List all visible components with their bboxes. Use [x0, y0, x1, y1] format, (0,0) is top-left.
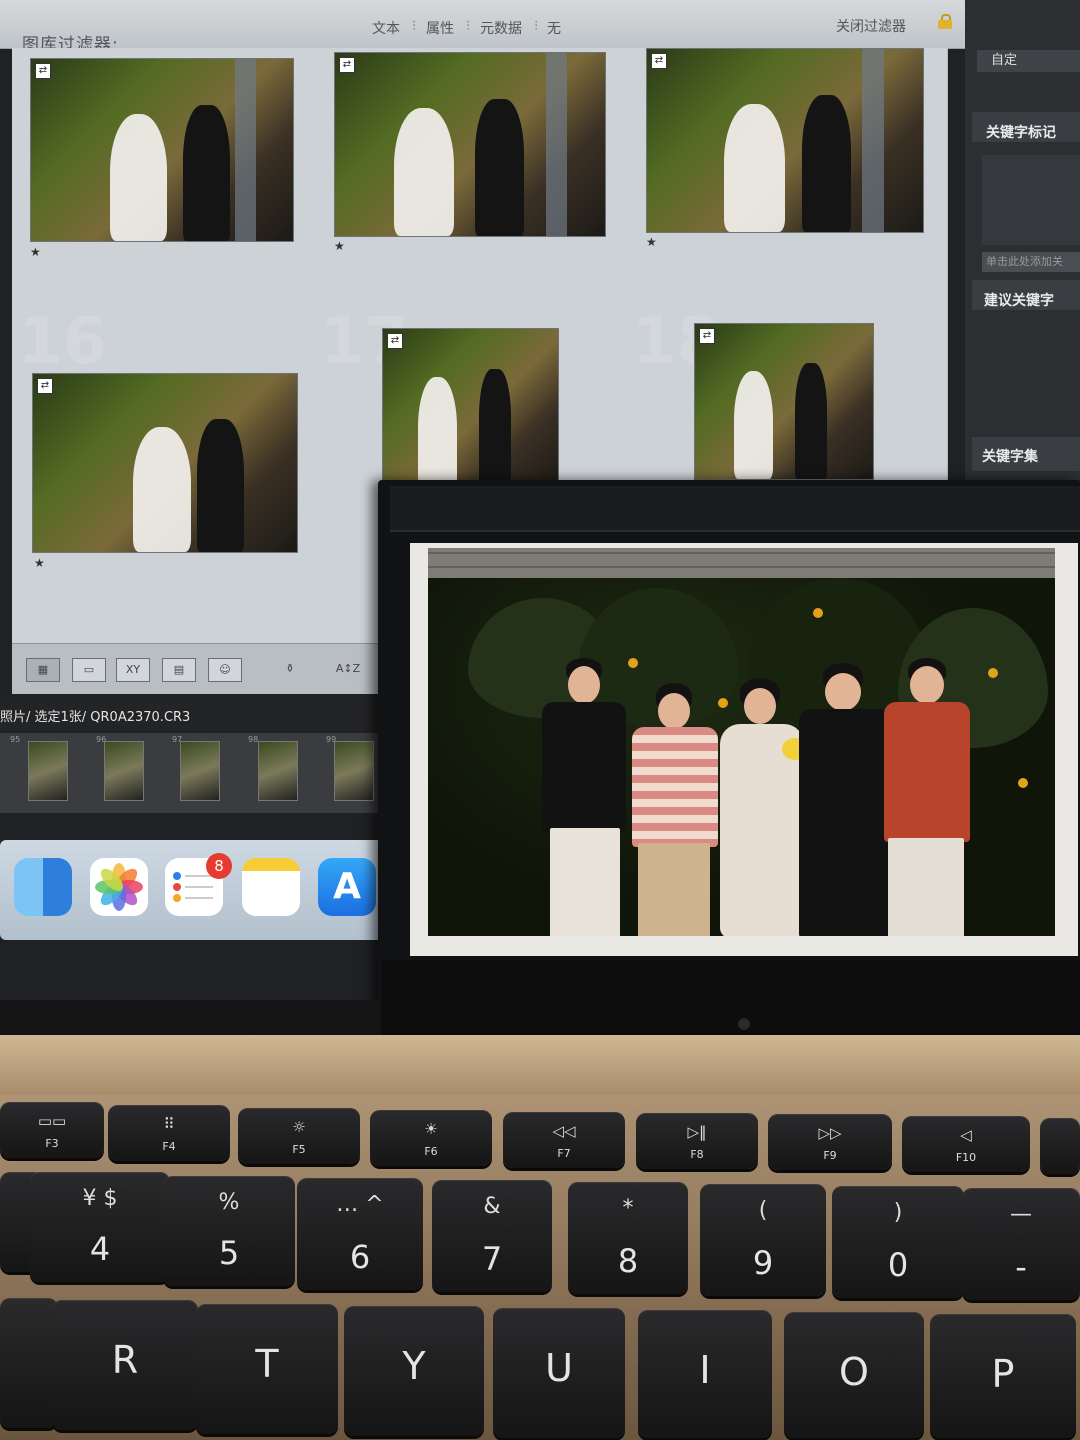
keyword-set-label: 关键字集 [982, 449, 1038, 465]
filmstrip-thumbnail[interactable] [180, 741, 220, 801]
edit-badge-icon: ⇄ [37, 378, 53, 394]
grid-cell[interactable]: ⇄ ★ [314, 48, 627, 304]
photo-thumbnail[interactable]: ⇄ [382, 328, 559, 490]
filter-tab-metadata[interactable]: 元数据 [480, 18, 522, 38]
lock-icon[interactable] [938, 14, 952, 29]
laptop-hinge [0, 1000, 380, 1040]
photos-icon[interactable] [90, 858, 148, 916]
person-striped-shirt [628, 683, 718, 936]
grid-cell[interactable]: ⇄ ★ [626, 48, 948, 304]
edit-badge-icon: ⇄ [651, 53, 667, 69]
key-f11[interactable] [1040, 1118, 1080, 1174]
filter-tab-text[interactable]: 文本 [372, 18, 400, 38]
key-f7[interactable]: ◁◁ F7 [503, 1112, 625, 1168]
grid-cell[interactable]: 16 ⇄ ★ [12, 303, 315, 644]
painter-icon[interactable]: ⚱ [274, 658, 306, 680]
compare-view-icon[interactable]: XY [116, 658, 150, 682]
person-red-sweater [876, 658, 976, 936]
people-view-icon[interactable]: ☺ [208, 658, 242, 682]
keyword-tags-box[interactable] [982, 155, 1080, 245]
rating-star[interactable]: ★ [30, 245, 41, 259]
cell-number: 16 [18, 305, 108, 379]
survey-view-icon[interactable]: ▤ [162, 658, 196, 682]
photo-thumbnail[interactable]: ⇄ [334, 52, 606, 237]
close-filter-dropdown[interactable]: 关闭过滤器 [836, 16, 906, 36]
photo-thumbnail[interactable]: ⇄ [30, 58, 294, 242]
loupe-view-icon[interactable]: ▭ [72, 658, 106, 682]
sort-icon[interactable]: A↕Z [324, 658, 372, 680]
rating-star[interactable]: ★ [646, 235, 657, 249]
grid-view-icon[interactable]: ▦ [26, 658, 60, 682]
key-f6[interactable]: ☀ F6 [370, 1110, 492, 1166]
reminders-badge: 8 [206, 853, 232, 879]
key-o[interactable]: O [784, 1312, 924, 1438]
key-f5[interactable]: ☼ F5 [238, 1108, 360, 1164]
filter-separator: ⁝ [466, 18, 471, 34]
key-6[interactable]: … ^ 6 [297, 1178, 423, 1290]
key-t[interactable]: T [196, 1304, 338, 1434]
key-f10[interactable]: ◁ F10 [902, 1116, 1030, 1172]
add-keyword-input[interactable]: 单击此处添加关 [982, 252, 1080, 272]
photo-thumbnail[interactable]: ⇄ [32, 373, 298, 553]
key-e[interactable] [0, 1298, 58, 1428]
edit-badge-icon: ⇄ [35, 63, 51, 79]
edit-badge-icon: ⇄ [699, 328, 715, 344]
key-f4[interactable]: ⠿ F4 [108, 1105, 230, 1161]
finder-icon[interactable] [14, 858, 72, 916]
frame-button[interactable] [738, 1018, 750, 1030]
laptop-deck-edge [0, 1035, 1080, 1095]
key-f9[interactable]: ▷▷ F9 [768, 1114, 892, 1170]
key-r[interactable]: R [52, 1300, 198, 1430]
key-0[interactable]: ) 0 [832, 1186, 964, 1298]
filter-tab-none[interactable]: 无 [547, 18, 561, 38]
filmstrip-number: 98 [248, 735, 259, 744]
filmstrip-number: 95 [10, 735, 21, 744]
key-8[interactable]: * 8 [568, 1182, 688, 1294]
rating-star[interactable]: ★ [334, 239, 345, 253]
grid-toolbar: ▦ ▭ XY ▤ ☺ ⚱ A↕Z [12, 643, 387, 694]
suggested-keywords-label: 建议关键字 [984, 293, 1054, 309]
photo-thumbnail[interactable]: ⇄ [694, 323, 874, 480]
keyword-tags-label: 关键字标记 [986, 125, 1056, 141]
rating-star[interactable]: ★ [34, 556, 45, 570]
key-u[interactable]: U [493, 1308, 625, 1438]
key-p[interactable]: P [930, 1314, 1076, 1438]
filter-separator: ⁝ [412, 18, 417, 34]
app-store-icon[interactable]: A [318, 858, 376, 916]
dock: A [0, 840, 385, 940]
key-i[interactable]: I [638, 1310, 772, 1438]
person-black-shirt [536, 658, 626, 936]
filter-tab-attribute[interactable]: 属性 [426, 18, 454, 38]
key-f8[interactable]: ▷‖ F8 [636, 1113, 758, 1169]
filter-separator: ⁝ [534, 18, 539, 34]
filmstrip-thumbnail[interactable] [334, 741, 374, 801]
preset-dropdown[interactable]: 自定 [977, 50, 1080, 72]
edit-badge-icon: ⇄ [339, 57, 355, 73]
notes-icon[interactable] [242, 858, 300, 916]
key-7[interactable]: & 7 [432, 1180, 552, 1292]
frame-top-lip [390, 486, 1080, 532]
filmstrip-thumbnail[interactable] [104, 741, 144, 801]
key-f3[interactable]: ▭▭ F3 [0, 1102, 104, 1158]
key-5[interactable]: % 5 [163, 1176, 295, 1286]
grid-cell[interactable]: ⇄ ★ [12, 48, 315, 304]
key-4[interactable]: ¥ $4 [30, 1172, 170, 1282]
key-9[interactable]: (9 [700, 1184, 826, 1296]
photo-thumbnail[interactable]: ⇄ [646, 48, 924, 233]
filmstrip: 95 96 97 98 99 [0, 733, 387, 813]
filmstrip-thumbnail[interactable] [258, 741, 298, 801]
key-minus[interactable]: — - [962, 1188, 1080, 1300]
filmstrip-thumbnail[interactable] [28, 741, 68, 801]
key-y[interactable]: Y [344, 1306, 484, 1436]
edit-badge-icon: ⇄ [387, 333, 403, 349]
group-wedding-photo [428, 548, 1055, 936]
source-path[interactable]: 照片/ 选定1张/ QR0A2370.CR3 [0, 706, 190, 725]
